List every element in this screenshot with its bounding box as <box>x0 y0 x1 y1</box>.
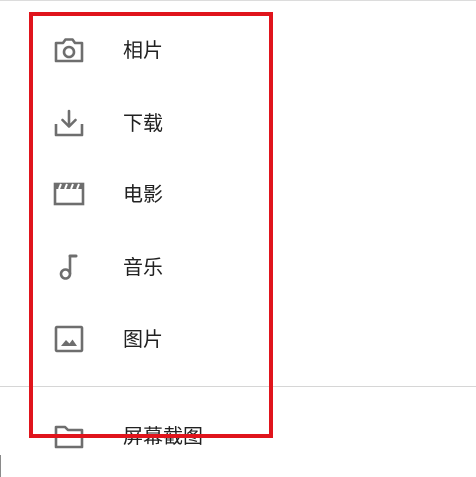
music-note-icon <box>52 252 86 282</box>
drawer-item-label: 音乐 <box>123 255 163 279</box>
drawer-item-label: 图片 <box>123 327 163 351</box>
drawer-item-label: 电影 <box>123 182 163 206</box>
drawer-item-pictures[interactable]: 图片 <box>40 311 264 367</box>
drawer-item-label: 下载 <box>123 111 163 135</box>
drawer-item-photos[interactable]: 相片 <box>40 22 264 78</box>
left-edge-line <box>0 455 1 477</box>
top-divider <box>0 0 476 1</box>
navigation-drawer: 相片 下载 电影 音乐 图片 屏幕截图 <box>0 0 476 477</box>
movie-icon <box>52 179 86 209</box>
drawer-item-movies[interactable]: 电影 <box>40 166 264 222</box>
drawer-item-label: 相片 <box>123 38 163 62</box>
drawer-item-screenshots[interactable]: 屏幕截图 <box>40 408 264 464</box>
image-icon <box>52 324 86 354</box>
download-icon <box>52 108 86 138</box>
camera-icon <box>52 35 86 65</box>
folder-icon <box>52 421 86 451</box>
drawer-item-downloads[interactable]: 下载 <box>40 95 264 151</box>
section-divider <box>0 386 476 387</box>
drawer-item-label: 屏幕截图 <box>123 424 203 448</box>
drawer-item-music[interactable]: 音乐 <box>40 239 264 295</box>
